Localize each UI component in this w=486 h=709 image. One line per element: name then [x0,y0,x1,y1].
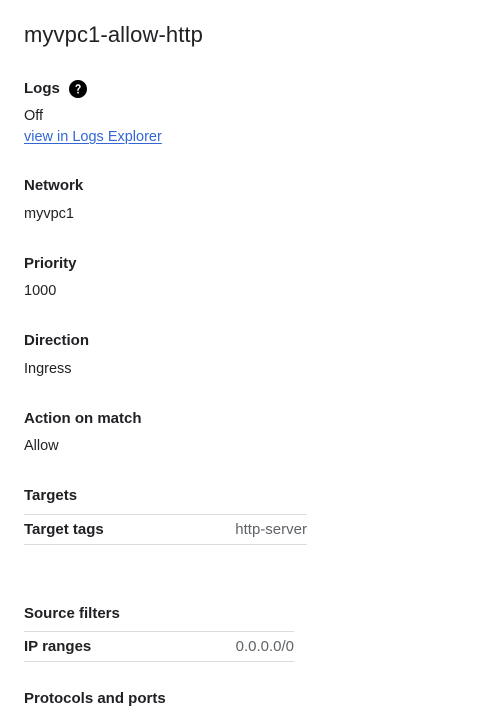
source-filters-table-row: IP ranges 0.0.0.0/0 [24,631,294,662]
logs-label: Logs [24,80,60,97]
logs-section-label: Logs [24,79,87,99]
page-title: myvpc1-allow-http [24,22,203,47]
network-value: myvpc1 [24,206,74,222]
priority-value: 1000 [24,283,57,299]
view-in-logs-explorer-link[interactable]: view in Logs Explorer [24,127,162,147]
logs-value: Off [24,108,44,124]
direction-label: Direction [24,332,90,349]
target-tags-value: http-server [235,521,307,538]
targets-table-row: Target tags http-server [24,514,307,545]
ip-ranges-key: IP ranges [24,638,92,655]
network-label: Network [24,177,84,194]
protocols-and-ports-label: Protocols and ports [24,690,166,707]
help-circle-icon[interactable] [68,80,87,98]
priority-label: Priority [24,255,77,272]
source-filters-label: Source filters [24,605,120,622]
targets-label: Targets [24,487,78,504]
ip-ranges-value: 0.0.0.0/0 [235,638,294,655]
action-on-match-value: Allow [24,438,59,454]
target-tags-key: Target tags [24,521,104,538]
direction-value: Ingress [24,361,72,377]
action-on-match-label: Action on match [24,410,142,427]
